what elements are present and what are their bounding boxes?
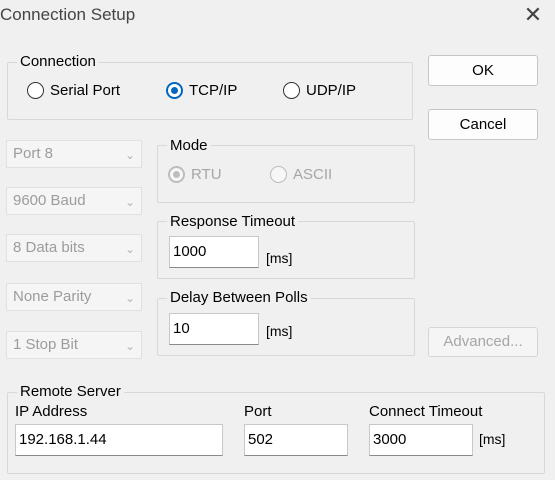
baud-select-value: 9600 Baud: [13, 192, 86, 209]
ip-address-label: IP Address: [15, 403, 88, 420]
radio-button-selected[interactable]: [166, 82, 183, 99]
close-icon[interactable]: ✕: [520, 2, 546, 28]
radio-label: Serial Port: [50, 82, 121, 99]
chevron-down-icon: ⌄: [124, 148, 135, 162]
advanced-button[interactable]: Advanced...: [428, 327, 538, 357]
chevron-down-icon: ⌄: [124, 195, 135, 209]
chevron-down-icon: ⌄: [124, 291, 135, 305]
connect-timeout-label: Connect Timeout: [369, 403, 483, 420]
window-title: Connection Setup: [0, 5, 136, 24]
baud-select[interactable]: 9600 Baud ⌄: [6, 187, 142, 215]
radio-label: TCP/IP: [189, 82, 238, 99]
radio-button[interactable]: [27, 82, 44, 99]
remote-server-legend: Remote Server: [17, 383, 124, 400]
delay-input[interactable]: 10: [169, 313, 259, 345]
radio-label: ASCII: [293, 166, 333, 183]
radio-serial-port[interactable]: Serial Port: [27, 82, 120, 99]
stop-bits-select-value: 1 Stop Bit: [13, 336, 79, 353]
radio-udp-ip[interactable]: UDP/IP: [283, 82, 356, 99]
parity-select-value: None Parity: [13, 288, 92, 305]
connect-timeout-unit: [ms]: [479, 431, 506, 447]
stop-bits-select[interactable]: 1 Stop Bit ⌄: [6, 331, 142, 359]
port-select[interactable]: Port 8 ⌄: [6, 140, 142, 168]
response-timeout-unit: [ms]: [266, 250, 293, 266]
data-bits-select[interactable]: 8 Data bits ⌄: [6, 234, 142, 262]
chevron-down-icon: ⌄: [124, 339, 135, 353]
radio-ascii[interactable]: ASCII: [270, 166, 332, 183]
ok-button[interactable]: OK: [428, 55, 538, 86]
chevron-down-icon: ⌄: [124, 242, 135, 256]
delay-legend: Delay Between Polls: [167, 289, 311, 306]
radio-button-selected[interactable]: [168, 166, 185, 183]
connect-timeout-input[interactable]: 3000: [369, 424, 473, 456]
port-select-value: Port 8: [13, 145, 54, 162]
response-timeout-legend: Response Timeout: [167, 213, 299, 230]
delay-unit: [ms]: [266, 323, 293, 339]
radio-button[interactable]: [270, 166, 287, 183]
radio-label: RTU: [191, 166, 222, 183]
parity-select[interactable]: None Parity ⌄: [6, 283, 142, 311]
data-bits-select-value: 8 Data bits: [13, 239, 85, 256]
radio-button[interactable]: [283, 82, 300, 99]
port-input[interactable]: 502: [244, 424, 348, 456]
connection-legend: Connection: [17, 53, 99, 70]
mode-legend: Mode: [167, 137, 211, 154]
radio-tcp-ip[interactable]: TCP/IP: [166, 82, 237, 99]
response-timeout-input[interactable]: 1000: [169, 236, 259, 268]
radio-label: UDP/IP: [306, 82, 357, 99]
radio-rtu[interactable]: RTU: [168, 166, 222, 183]
ip-address-input[interactable]: 192.168.1.44: [15, 424, 223, 456]
cancel-button[interactable]: Cancel: [428, 109, 538, 140]
port-label: Port: [244, 403, 272, 420]
